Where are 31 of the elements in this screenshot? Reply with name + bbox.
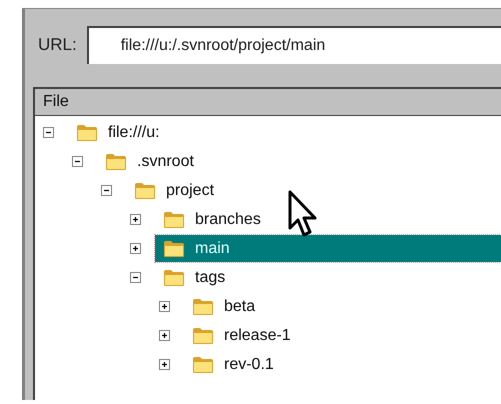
folder-icon [163, 268, 185, 286]
url-label: URL: [38, 34, 77, 56]
collapse-icon[interactable] [101, 185, 112, 196]
folder-icon [192, 298, 214, 316]
expand-icon[interactable] [159, 330, 170, 341]
folder-icon [134, 182, 156, 200]
tree-item[interactable]: main [155, 235, 501, 262]
collapse-icon[interactable] [130, 272, 141, 283]
mouse-pointer-icon [288, 190, 318, 238]
tree-item[interactable]: branches [155, 206, 261, 233]
column-header[interactable]: File [35, 89, 501, 116]
folder-icon [192, 326, 214, 344]
tree-item[interactable]: beta [184, 293, 256, 320]
url-field[interactable]: file:///u:/.svnroot/project/main [86, 26, 501, 64]
folder-icon [163, 210, 185, 228]
folder-icon [163, 240, 185, 258]
expand-icon[interactable] [130, 243, 141, 254]
tree-item[interactable]: release-1 [184, 322, 291, 349]
tree-item[interactable]: .svnroot [97, 148, 194, 175]
expand-icon[interactable] [130, 214, 141, 225]
folder-icon [105, 152, 127, 170]
expand-icon[interactable] [159, 301, 170, 312]
expand-icon[interactable] [159, 359, 170, 370]
tree-item[interactable]: file:///u: [68, 119, 160, 146]
folder-icon [192, 356, 214, 374]
collapse-icon[interactable] [72, 156, 83, 167]
collapse-icon[interactable] [43, 127, 54, 138]
tree-item[interactable]: rev-0.1 [184, 351, 274, 378]
tree-item[interactable]: project [126, 177, 214, 204]
tree-item[interactable]: tags [155, 264, 226, 291]
folder-icon [76, 124, 98, 142]
